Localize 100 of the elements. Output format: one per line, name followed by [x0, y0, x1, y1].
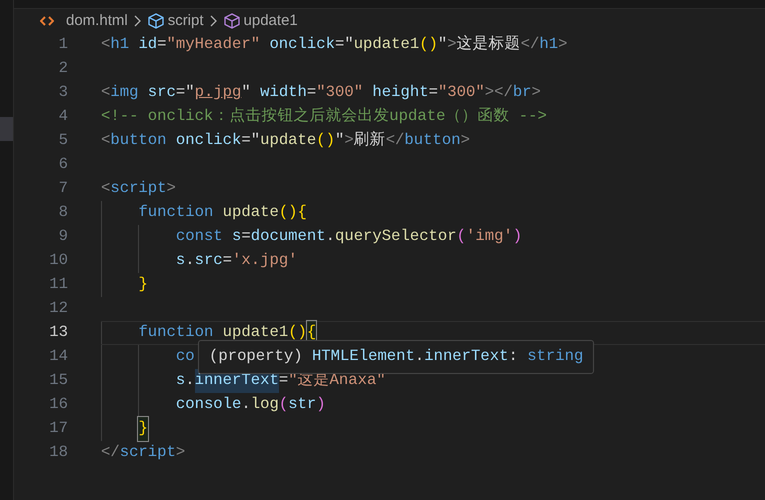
code-token: " [241, 82, 251, 104]
chevron-icon [134, 15, 142, 27]
code-token: " [438, 34, 448, 56]
code-token: </ [386, 130, 404, 152]
code-token: < [101, 130, 110, 152]
code-token: } [138, 417, 148, 441]
code-token: =" [176, 82, 195, 104]
code-token: document [250, 226, 326, 248]
line-number: 1 [58, 34, 68, 56]
code-token: button [404, 130, 461, 152]
code-token: innerText [424, 346, 508, 368]
code-token: (property) [209, 346, 303, 368]
code-token: script [110, 178, 167, 200]
code-token: ) [512, 226, 522, 248]
code-token: (){ [278, 202, 307, 224]
line-number: 6 [58, 154, 68, 176]
code-token: function [138, 202, 214, 224]
line-number: 18 [48, 442, 68, 464]
code-token: onclick [269, 34, 335, 56]
code-token: . [241, 394, 251, 416]
code-token: querySelector [334, 226, 457, 248]
line-number: 8 [58, 202, 68, 224]
line-number: 16 [48, 394, 68, 416]
code-token: > [447, 34, 457, 56]
code-token: h1 [110, 34, 130, 56]
line-number: 12 [48, 298, 68, 320]
code-token: src [148, 82, 176, 104]
code-token: p.jpg [194, 82, 242, 104]
code-token: height [372, 82, 429, 104]
code-token: : [508, 346, 518, 368]
line-number: 4 [58, 106, 68, 128]
code-token: ( [456, 226, 466, 248]
code-token: < [101, 178, 110, 200]
code-token: } [138, 274, 148, 296]
code-token: . [185, 250, 195, 272]
breadcrumb-item[interactable]: update1 [244, 10, 298, 32]
code-token: HTMLElement [312, 346, 415, 368]
line-number: 2 [58, 58, 68, 80]
code-token: src [194, 250, 223, 272]
code-token: () [316, 130, 335, 152]
code-token: = [157, 34, 167, 56]
code-token: ></ [484, 82, 513, 104]
code-token: =" [241, 130, 260, 152]
code-token: br [512, 82, 532, 104]
code-token: () [288, 322, 307, 344]
cube-icon [224, 13, 240, 29]
code-token: s [232, 226, 242, 248]
line-number: 9 [58, 226, 68, 248]
breadcrumb-item[interactable]: script [168, 10, 204, 32]
code-token: 'img' [466, 226, 513, 248]
code-token: = [428, 82, 438, 104]
code-token: > [176, 442, 186, 464]
code-token: </ [101, 442, 120, 464]
code-token: "300" [438, 82, 485, 104]
code-token: . [185, 370, 195, 392]
line-number: 7 [58, 178, 68, 200]
line-number: 14 [48, 346, 68, 368]
code-token: string [527, 346, 584, 368]
code-token: < [101, 34, 110, 56]
code-token: = [241, 226, 251, 248]
code-token: ) [316, 394, 326, 416]
line-number: 11 [48, 274, 68, 296]
code-token: onclick [176, 130, 242, 152]
code-token: img [110, 82, 138, 104]
breadcrumb-item[interactable]: dom.html [66, 10, 128, 32]
code-token: </ [520, 34, 540, 56]
code-token: log [250, 394, 279, 416]
code-token: > [460, 130, 470, 152]
code-token: h1 [539, 34, 558, 56]
code-token: function [138, 322, 214, 344]
line-number: 15 [48, 370, 68, 392]
code-token: update [222, 202, 279, 224]
code-token: . [326, 226, 335, 248]
code-token: update [260, 130, 316, 152]
code-brackets-icon [40, 15, 54, 27]
code-token: < [101, 82, 110, 104]
code-token: "300" [316, 82, 364, 104]
line-number: 5 [58, 130, 68, 152]
code-token: = [306, 82, 316, 104]
code-token: s [176, 370, 186, 392]
code-token: "myHeader" [166, 34, 260, 56]
code-token: 刷新 [354, 130, 386, 152]
code-token: width [260, 82, 307, 104]
code-token: id [138, 34, 158, 56]
code-token: 这是标题 [456, 34, 521, 56]
line-number: 10 [48, 250, 68, 272]
code-token: update1 [354, 34, 420, 56]
code-token: > [166, 178, 176, 200]
code-token: . [414, 346, 424, 368]
panel-highlight [0, 117, 13, 141]
code-token: ( [278, 394, 288, 416]
code-token: =" [334, 34, 354, 56]
line-number: 13 [48, 322, 68, 344]
code-token: console [176, 394, 242, 416]
chevron-icon [210, 15, 218, 27]
code-token: = [278, 370, 288, 392]
code-token: co [176, 346, 195, 368]
code-token: > [532, 82, 541, 104]
code-token: > [558, 34, 568, 56]
code-token: button [110, 130, 167, 152]
